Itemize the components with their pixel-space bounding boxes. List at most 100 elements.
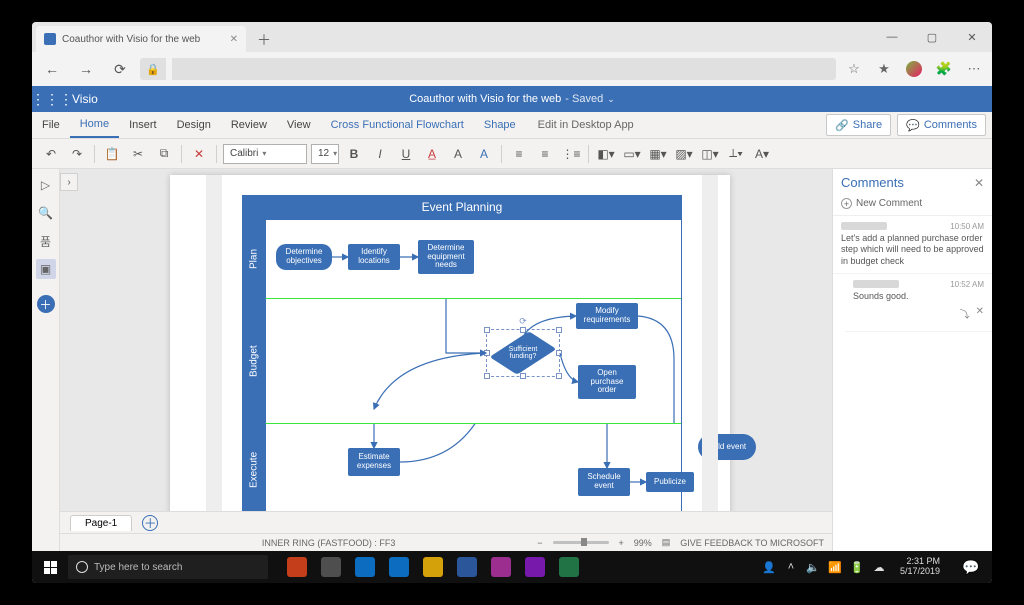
swimlane-title[interactable]: Event Planning [242,195,682,219]
shape-determine-objectives[interactable]: Determineobjectives [276,244,332,270]
tray-network-icon[interactable]: 📶 [828,560,842,574]
tray-people-icon[interactable]: 👤 [762,560,776,574]
italic-button[interactable]: I [369,143,391,165]
search-icon[interactable]: 🔍 [36,203,56,223]
cut-button[interactable]: ✂ [127,143,149,165]
taskbar-pinned-app[interactable] [382,551,416,583]
delete-comment-icon[interactable]: ✕ [976,306,984,321]
collapse-panel-button[interactable]: › [60,173,78,191]
connector-button[interactable]: ⟂▾ [725,143,747,165]
close-tab-icon[interactable]: ✕ [230,34,238,45]
zoom-in-button[interactable]: + [619,538,624,548]
title-dropdown-icon[interactable]: ⌄ [607,94,615,105]
font-color-button[interactable]: A̲ [421,143,443,165]
profile-icon[interactable] [902,57,926,81]
add-stencil-button[interactable]: ＋ [37,295,55,313]
start-button[interactable] [32,551,68,583]
add-page-button[interactable]: ＋ [142,515,158,531]
shape-identify-locations[interactable]: Identifylocations [348,244,400,270]
font-effect-button[interactable]: A [473,143,495,165]
browser-tab[interactable]: Coauthor with Visio for the web ✕ [36,26,246,52]
tray-volume-icon[interactable]: 🔈 [806,560,820,574]
arrange-button[interactable]: ◫▾ [699,143,721,165]
font-family-select[interactable]: Calibri▾ [223,144,307,164]
comment-reply[interactable]: 10:52 AM Sounds good. ⤵ ✕ [845,274,992,332]
taskbar-pinned-app[interactable] [348,551,382,583]
taskbar-pinned-app[interactable] [314,551,348,583]
window-close-button[interactable]: ✕ [952,22,992,52]
drawing-canvas[interactable]: › Event Planning Plan Determineobjective… [60,169,832,511]
send-backward-button[interactable]: ▨▾ [673,143,695,165]
highlight-button[interactable]: A [447,143,469,165]
bold-button[interactable]: B [343,143,365,165]
taskbar-pinned-app[interactable] [416,551,450,583]
copy-button[interactable]: ⧉ [153,143,175,165]
align-center-button[interactable]: ≡ [534,143,556,165]
tab-file[interactable]: File [32,112,70,138]
comments-button[interactable]: 💬 Comments [897,114,986,136]
action-center-button[interactable]: 💬 [954,551,988,583]
extension-icon[interactable]: 🧩 [932,57,956,81]
bring-forward-button[interactable]: ▦▾ [647,143,669,165]
comment-item[interactable]: 10:50 AM Let's add a planned purchase or… [833,216,992,274]
zoom-slider[interactable] [553,541,609,544]
feedback-link[interactable]: GIVE FEEDBACK TO MICROSOFT [680,538,824,548]
more-icon[interactable]: ⋯ [962,57,986,81]
shape-open-purchase-order[interactable]: Openpurchaseorder [578,365,636,399]
nav-forward-button[interactable]: → [72,55,100,83]
shape-fill-button[interactable]: ◧▾ [595,143,617,165]
tab-design[interactable]: Design [167,112,221,138]
lane-header-plan[interactable]: Plan [243,220,265,298]
tab-insert[interactable]: Insert [119,112,167,138]
app-launcher-button[interactable]: ⋮⋮⋮ [32,86,72,112]
window-maximize-button[interactable]: ▢ [912,22,952,52]
tab-view[interactable]: View [277,112,321,138]
close-comments-icon[interactable]: ✕ [974,176,984,190]
font-size-select[interactable]: 12▾ [311,144,339,164]
shape-publicize[interactable]: Publicize [646,472,694,492]
taskbar-clock[interactable]: 2:31 PM 5/17/2019 [894,557,946,577]
undo-button[interactable]: ↶ [40,143,62,165]
tab-home[interactable]: Home [70,112,119,138]
stencil-icon[interactable]: ▣ [36,259,56,279]
page-tab[interactable]: Page-1 [70,515,132,531]
zoom-out-button[interactable]: − [537,538,542,548]
align-left-button[interactable]: ≡ [508,143,530,165]
tab-cross-functional[interactable]: Cross Functional Flowchart [321,112,474,138]
tray-onedrive-icon[interactable]: ☁ [872,560,886,574]
shape-hold-event[interactable]: Hold event [698,434,756,460]
tray-battery-icon[interactable]: 🔋 [850,560,864,574]
shape-determine-equipment[interactable]: Determineequipmentneeds [418,240,474,274]
taskbar-pinned-app[interactable] [280,551,314,583]
bullets-button[interactable]: ⋮≡ [560,143,582,165]
underline-button[interactable]: U [395,143,417,165]
taskbar-pinned-app[interactable] [484,551,518,583]
lane-header-budget[interactable]: Budget [243,298,265,424]
shape-outline-button[interactable]: ▭▾ [621,143,643,165]
rotate-handle-icon[interactable]: ⟳ [518,316,528,326]
reading-view-icon[interactable]: ☆ [842,57,866,81]
pointer-tool-icon[interactable]: ▷ [36,175,56,195]
favorites-icon[interactable]: ★ [872,57,896,81]
paste-button[interactable]: 📋 [101,143,123,165]
tab-shape[interactable]: Shape [474,112,526,138]
shape-modify-requirements[interactable]: Modifyrequirements [576,303,638,329]
zoom-fit-icon[interactable]: ▤ [662,537,671,548]
lane-header-execute[interactable]: Execute [243,424,265,511]
taskbar-search[interactable]: Type here to search [68,555,268,579]
delete-button[interactable]: ✕ [188,143,210,165]
address-input[interactable] [172,58,836,80]
new-comment-button[interactable]: + New Comment [833,196,992,216]
nav-refresh-button[interactable]: ⟳ [106,55,134,83]
taskbar-pinned-app[interactable] [450,551,484,583]
shape-schedule-event[interactable]: Scheduleevent [578,468,630,496]
new-tab-button[interactable]: ＋ [252,28,276,52]
text-tool-button[interactable]: A▾ [751,143,773,165]
nav-back-button[interactable]: ← [38,55,66,83]
taskbar-pinned-app[interactable] [552,551,586,583]
document-title[interactable]: Coauthor with Visio for the web [409,93,561,105]
tray-up-icon[interactable]: ˄ [784,560,798,574]
share-button[interactable]: 🔗 Share [826,114,891,136]
taskbar-pinned-app[interactable] [518,551,552,583]
tab-review[interactable]: Review [221,112,277,138]
